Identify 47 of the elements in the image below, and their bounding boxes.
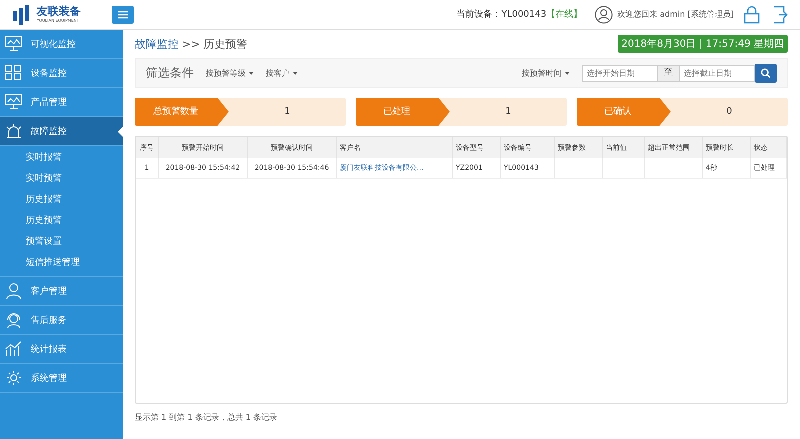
menu-icon bbox=[118, 10, 128, 18]
caret-icon bbox=[565, 72, 570, 75]
datetime-badge: 2018年8月30日 | 17:57:49 星期四 bbox=[618, 35, 788, 53]
submenu-item[interactable]: 实时预警 bbox=[0, 169, 123, 190]
current-device: 当前设备：YL000143 bbox=[456, 8, 547, 21]
submenu-item[interactable]: 实时报警 bbox=[0, 148, 123, 169]
stat-label: 已确认 bbox=[577, 98, 671, 126]
submenu-item[interactable]: 短信推送管理 bbox=[0, 253, 123, 274]
start-date-field[interactable]: 选择开始日期 bbox=[582, 64, 658, 82]
chart-icon bbox=[5, 341, 23, 357]
stat-value: 1 bbox=[504, 107, 512, 117]
submenu-item[interactable]: 预警设置 bbox=[0, 232, 123, 253]
device-status: 【在线】 bbox=[546, 8, 583, 21]
search-icon bbox=[761, 68, 771, 78]
breadcrumb-current: 历史预警 bbox=[203, 38, 248, 50]
stat-value: 0 bbox=[726, 107, 734, 117]
filter-dropdown[interactable]: 按预警等级 bbox=[206, 68, 254, 78]
settings-icon bbox=[5, 370, 23, 386]
sidebar-item[interactable]: 故障监控 bbox=[0, 117, 123, 146]
monitor-icon bbox=[5, 94, 23, 110]
user-icon bbox=[5, 283, 23, 299]
alarm-icon bbox=[5, 123, 23, 139]
headset-icon bbox=[5, 312, 23, 328]
end-date-field[interactable]: 选择截止日期 bbox=[679, 64, 755, 82]
caret-icon bbox=[293, 72, 298, 75]
date-range-separator: 至 bbox=[658, 64, 679, 82]
stat-label: 已处理 bbox=[356, 98, 450, 126]
monitor-icon bbox=[5, 36, 23, 52]
logo-text: 友联装备 bbox=[37, 6, 81, 18]
stat-value: 1 bbox=[284, 107, 292, 117]
logout-icon[interactable] bbox=[772, 6, 788, 24]
submenu-item[interactable]: 历史预警 bbox=[0, 211, 123, 232]
filter-title: 筛选条件 bbox=[146, 64, 194, 82]
filter-dropdown[interactable]: 按客户 bbox=[266, 68, 298, 78]
search-button[interactable] bbox=[755, 64, 777, 82]
submenu-item[interactable]: 历史报警 bbox=[0, 190, 123, 211]
lock-icon[interactable] bbox=[744, 6, 760, 24]
caret-icon bbox=[249, 72, 254, 75]
welcome-text: 欢迎您回来 admin [系统管理员] bbox=[618, 9, 734, 20]
breadcrumb-separator: >> bbox=[182, 38, 200, 50]
menu-button[interactable] bbox=[112, 6, 134, 24]
pagination-info: 显示第 1 到第 1 条记录，总共 1 条记录 bbox=[135, 412, 279, 423]
avatar-icon bbox=[594, 6, 613, 24]
grid-icon bbox=[5, 65, 23, 81]
stat-label: 总预警数量 bbox=[135, 98, 229, 126]
breadcrumb-link[interactable]: 故障监控 bbox=[135, 38, 179, 50]
time-dropdown[interactable]: 按预警时间 bbox=[522, 68, 570, 78]
